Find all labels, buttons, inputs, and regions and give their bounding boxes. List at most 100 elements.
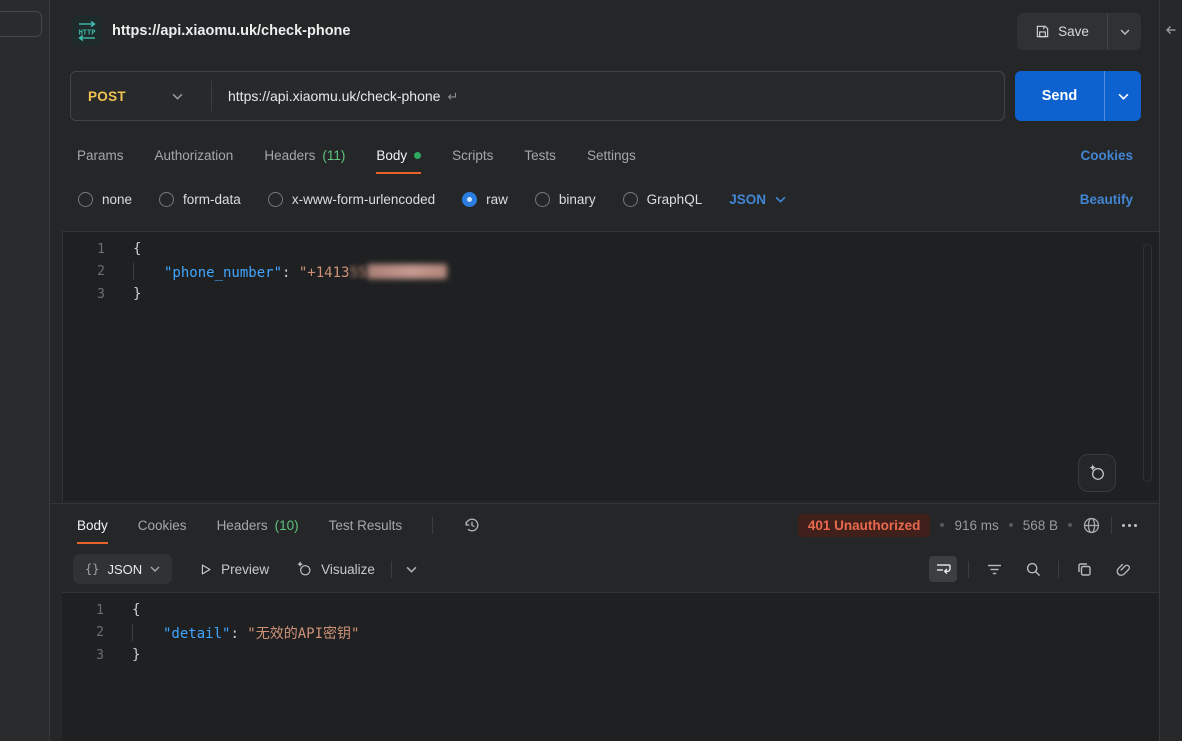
response-format-label: JSON <box>107 562 142 577</box>
radio-raw-label: raw <box>486 192 508 207</box>
tab-response-headers[interactable]: Headers (10) <box>217 505 299 545</box>
preview-button[interactable]: Preview <box>198 562 269 577</box>
status-badge[interactable]: 401 Unauthorized <box>798 514 931 537</box>
response-action-icons <box>929 556 1137 582</box>
line-number: 3 <box>63 287 105 302</box>
sidebar-stub-box[interactable] <box>0 11 42 37</box>
response-meta: 401 Unauthorized 916 ms 568 B <box>798 505 1137 545</box>
view-options-button[interactable] <box>406 566 417 573</box>
tab-response-body[interactable]: Body <box>77 505 108 545</box>
tab-headers[interactable]: Headers (11) <box>264 135 345 175</box>
redaction-blur <box>367 264 447 279</box>
response-format-select[interactable]: {} JSON <box>73 554 172 584</box>
visualize-button[interactable]: Visualize <box>295 560 375 578</box>
code-text: { <box>133 241 141 257</box>
tab-authorization[interactable]: Authorization <box>155 135 234 175</box>
radio-graphql[interactable]: GraphQL <box>623 192 703 207</box>
chevron-down-icon <box>172 93 183 100</box>
radio-raw[interactable]: raw <box>462 192 508 207</box>
chevron-down-icon <box>1118 93 1129 100</box>
chevron-down-icon <box>1120 29 1130 35</box>
request-title-bar: HTTP https://api.xiaomu.uk/check-phone S… <box>50 0 1159 62</box>
chevron-down-icon <box>406 566 417 573</box>
code-text: "phone_number": "+141355 <box>133 263 447 281</box>
preview-label: Preview <box>221 562 269 577</box>
json-value: "无效的API密钥" <box>247 626 359 642</box>
radio-form-data[interactable]: form-data <box>159 192 241 207</box>
chevron-down-icon <box>150 566 160 572</box>
request-response-divider[interactable] <box>50 503 1159 504</box>
indent-guide <box>132 624 133 641</box>
save-label: Save <box>1058 24 1089 39</box>
response-size[interactable]: 568 B <box>1023 518 1058 533</box>
line-number: 3 <box>62 648 104 663</box>
json-key: "phone_number" <box>164 265 282 281</box>
request-tabs: Params Authorization Headers (11) Body S… <box>50 135 1159 175</box>
filter-icon <box>986 561 1003 578</box>
tab-settings[interactable]: Settings <box>587 135 636 175</box>
radio-form-data-label: form-data <box>183 192 241 207</box>
cookies-link[interactable]: Cookies <box>1080 135 1133 175</box>
send-options-button[interactable] <box>1105 71 1141 121</box>
tab-response-cookies[interactable]: Cookies <box>138 505 187 545</box>
response-history-button[interactable] <box>463 516 481 534</box>
radio-circle <box>623 192 638 207</box>
save-options-button[interactable] <box>1108 13 1141 50</box>
json-colon: : <box>282 265 299 281</box>
network-info-button[interactable] <box>1082 516 1101 535</box>
collapse-panel-button[interactable] <box>1165 25 1177 35</box>
save-split-button: Save <box>1017 13 1141 50</box>
globe-icon <box>1082 516 1101 535</box>
http-arrows-icon: HTTP <box>75 19 99 43</box>
left-sidebar-rail <box>0 0 50 741</box>
send-button[interactable]: Send <box>1015 71 1105 121</box>
actions-divider <box>1058 561 1059 578</box>
copy-button[interactable] <box>1070 556 1098 582</box>
line-number: 1 <box>63 242 105 257</box>
code-text: } <box>132 647 140 663</box>
tab-tests[interactable]: Tests <box>524 135 556 175</box>
radio-binary-label: binary <box>559 192 596 207</box>
svg-text:HTTP: HTTP <box>79 29 96 37</box>
response-time[interactable]: 916 ms <box>954 518 998 533</box>
tab-test-results[interactable]: Test Results <box>329 505 403 545</box>
search-icon <box>1025 561 1042 578</box>
copy-icon <box>1076 561 1093 578</box>
raw-format-select[interactable]: JSON <box>729 192 786 207</box>
beautify-link[interactable]: Beautify <box>1080 192 1133 207</box>
wrap-text-button[interactable] <box>929 556 957 582</box>
search-button[interactable] <box>1019 556 1047 582</box>
postbot-sparkle-icon <box>1087 463 1107 483</box>
radio-urlencoded[interactable]: x-www-form-urlencoded <box>268 192 435 207</box>
tab-params[interactable]: Params <box>77 135 124 175</box>
enter-glyph: ↵ <box>447 89 458 104</box>
radio-binary[interactable]: binary <box>535 192 596 207</box>
json-value-blurred: 55 <box>349 265 366 281</box>
url-input[interactable]: https://api.xiaomu.uk/check-phone↵ <box>212 88 458 105</box>
filter-button[interactable] <box>980 556 1008 582</box>
response-body-editor[interactable]: 1 { 2 "detail": "无效的API密钥" 3 } <box>62 592 1159 741</box>
visualize-label: Visualize <box>321 562 375 577</box>
raw-format-label: JSON <box>729 192 766 207</box>
radio-graphql-label: GraphQL <box>647 192 703 207</box>
arrow-left-icon <box>1165 25 1177 35</box>
play-icon <box>198 562 213 577</box>
method-select[interactable]: POST <box>71 72 211 120</box>
tab-body[interactable]: Body <box>376 135 421 175</box>
link-button[interactable] <box>1109 556 1137 582</box>
response-more-actions-button[interactable] <box>1122 524 1137 527</box>
radio-circle <box>78 192 93 207</box>
tab-scripts[interactable]: Scripts <box>452 135 493 175</box>
meta-separator-dot <box>940 523 944 527</box>
http-method-icon: HTTP <box>72 16 102 46</box>
tab-response-body-label: Body <box>77 518 108 533</box>
chevron-down-icon <box>775 196 786 203</box>
save-button[interactable]: Save <box>1017 13 1108 50</box>
json-value-visible: "+1413 <box>299 265 350 281</box>
postbot-button[interactable] <box>1078 454 1116 492</box>
editor-scrollbar[interactable] <box>1143 244 1152 482</box>
request-body-editor[interactable]: 1 { 2 "phone_number": "+141355 3 } <box>62 231 1159 501</box>
indent-guide <box>133 263 134 280</box>
radio-none[interactable]: none <box>78 192 132 207</box>
code-text: { <box>132 602 140 618</box>
